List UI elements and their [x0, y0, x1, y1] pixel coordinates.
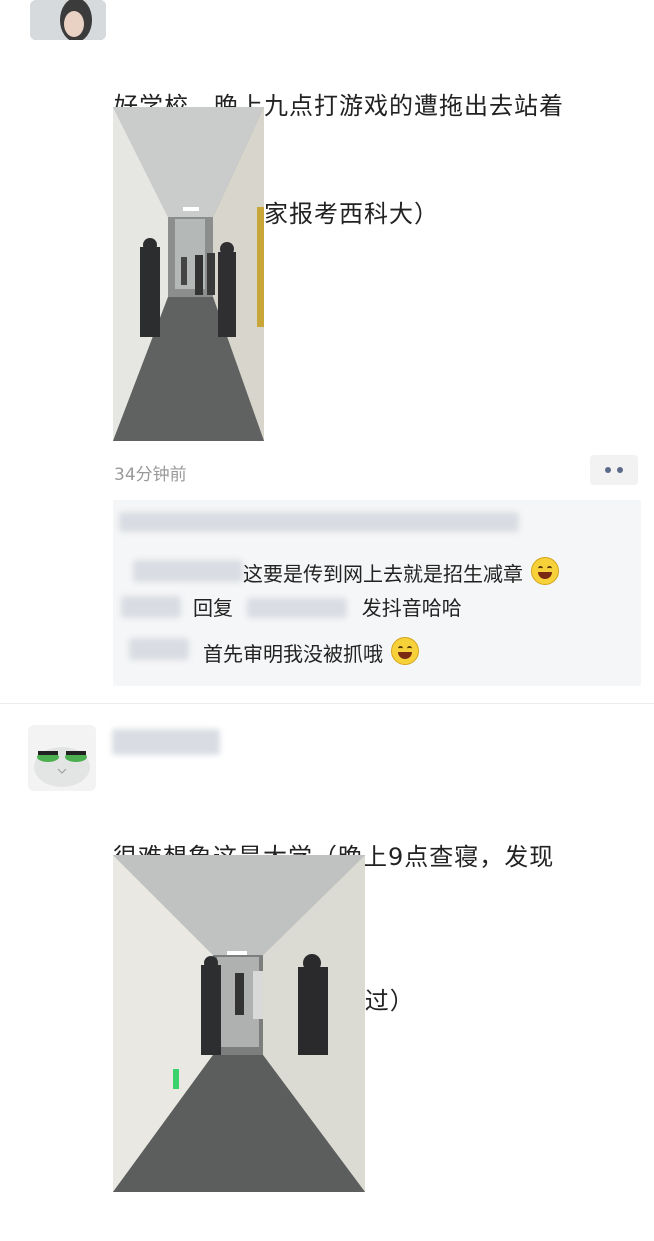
comment-text: 首先审明我没被抓哦 — [203, 642, 383, 666]
user-avatar-1[interactable] — [30, 0, 106, 40]
redacted-name — [121, 596, 181, 618]
comment-3[interactable]: 首先审明我没被抓哦 — [203, 637, 420, 668]
laugh-cry-emoji-icon — [391, 637, 420, 665]
redacted-name — [133, 560, 243, 582]
redacted-likes — [119, 512, 519, 532]
moment-post-1: 好学校，晚上九点打游戏的遭拖出去站着 记过（欢迎大家报考西科大） 34分钟前 这… — [0, 0, 654, 700]
user-avatar-2[interactable] — [28, 725, 96, 791]
laugh-cry-emoji-icon — [531, 557, 560, 585]
dot-icon — [605, 467, 611, 473]
dot-icon — [617, 467, 623, 473]
post-photo-corridor-1[interactable] — [113, 107, 264, 441]
comment-reply-label: 回复 — [193, 596, 233, 620]
corridor-photo-illustration — [113, 107, 264, 441]
cat-avatar-image — [28, 725, 96, 791]
comment-text: 这要是传到网上去就是招生减章 — [243, 562, 523, 586]
moment-post-2: 很难想象这是大学（晚上9点查寝，发现 不干正式的全都记过） — [0, 705, 654, 1200]
post-timestamp: 34分钟前 — [114, 465, 187, 485]
redacted-name — [129, 638, 189, 660]
corridor-photo-illustration — [113, 855, 365, 1192]
post-divider — [0, 703, 654, 704]
more-actions-button[interactable] — [590, 455, 638, 485]
redacted-reply-name — [247, 598, 348, 618]
comment-1[interactable]: 这要是传到网上去就是招生减章 — [243, 557, 560, 588]
redacted-username — [112, 729, 220, 755]
post-photo-corridor-2[interactable] — [113, 855, 365, 1192]
avatar-image — [30, 0, 106, 40]
comments-area: 这要是传到网上去就是招生减章 回复 发抖音哈哈 首先审明我没被抓哦 — [113, 500, 641, 686]
comment-text: 发抖音哈哈 — [361, 596, 462, 620]
comment-2[interactable]: 回复 发抖音哈哈 — [193, 594, 462, 622]
